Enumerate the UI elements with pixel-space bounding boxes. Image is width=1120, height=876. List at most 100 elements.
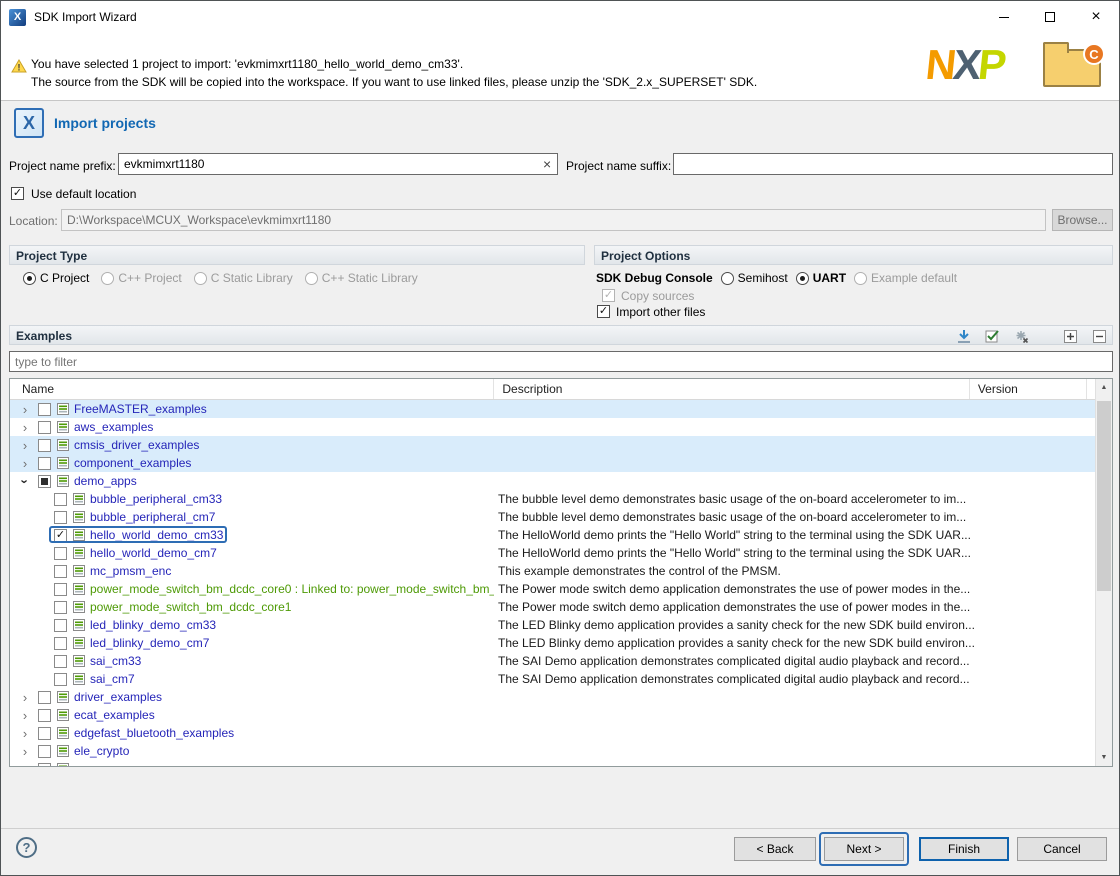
row-checkbox[interactable] (38, 727, 51, 740)
tree-row-cmsis_driver_examples[interactable]: ›cmsis_driver_examples (10, 436, 1095, 454)
scrollbar-thumb[interactable] (1097, 401, 1111, 591)
tree-row-led_blinky_demo_cm33[interactable]: led_blinky_demo_cm33The LED Blinky demo … (10, 616, 1095, 634)
tree-row-bubble_peripheral_cm33[interactable]: bubble_peripheral_cm33The bubble level d… (10, 490, 1095, 508)
tree-row-sai_cm7[interactable]: sai_cm7The SAI Demo application demonstr… (10, 670, 1095, 688)
filter-input[interactable] (9, 351, 1113, 372)
tree-row-component_examples[interactable]: ›component_examples (10, 454, 1095, 472)
maximize-button[interactable] (1027, 1, 1073, 33)
project-type-options: C Project C++ Project C Static Library C… (23, 271, 418, 285)
example-name: sai_cm7 (90, 672, 135, 686)
download-sdk-icon[interactable] (955, 328, 972, 344)
row-checkbox[interactable] (38, 421, 51, 434)
column-header-description[interactable]: Description (494, 379, 969, 399)
chevron-right-icon[interactable]: › (18, 727, 32, 740)
tree-row-demo_apps[interactable]: ›demo_apps (10, 472, 1095, 490)
select-all-icon[interactable] (984, 328, 1001, 344)
chevron-right-icon[interactable]: › (18, 709, 32, 722)
example-description: The HelloWorld demo prints the "Hello Wo… (498, 546, 1091, 560)
row-checkbox[interactable] (54, 673, 67, 686)
close-button[interactable]: × (1073, 1, 1119, 33)
column-header-version[interactable]: Version (970, 379, 1087, 399)
expand-all-icon[interactable] (1062, 328, 1079, 344)
row-checkbox[interactable] (38, 403, 51, 416)
row-checkbox[interactable] (54, 565, 67, 578)
chevron-down-icon[interactable]: › (19, 474, 32, 488)
example-name: power_mode_switch_bm_dcdc_core1 (90, 600, 291, 614)
chevron-right-icon[interactable]: › (18, 421, 32, 434)
row-checkbox[interactable]: ✓ (54, 529, 67, 542)
suffix-input[interactable] (673, 153, 1113, 175)
tree-row-ele_crypto[interactable]: ›ele_crypto (10, 742, 1095, 760)
example-description: The LED Blinky demo application provides… (498, 618, 1091, 632)
chevron-right-icon[interactable]: › (18, 691, 32, 704)
chevron-right-icon[interactable]: › (18, 763, 32, 767)
tree-row-hello_world_demo_cm7[interactable]: hello_world_demo_cm7The HelloWorld demo … (10, 544, 1095, 562)
chevron-right-icon[interactable]: › (18, 457, 32, 470)
row-checkbox[interactable] (54, 637, 67, 650)
scroll-up-icon[interactable]: ▲ (1096, 379, 1112, 396)
row-checkbox[interactable] (38, 709, 51, 722)
prefix-input[interactable] (118, 153, 558, 175)
example-stack-icon (57, 691, 69, 703)
example-stack-icon (57, 475, 69, 487)
tree-row-ecat_examples[interactable]: › ecat_examples (10, 706, 1095, 724)
example-name: ecat_examples (74, 708, 155, 722)
row-checkbox[interactable] (38, 691, 51, 704)
example-stack-icon (73, 493, 85, 505)
minimize-button[interactable] (981, 1, 1027, 33)
examples-tree-body: ›FreeMASTER_examples›aws_examples›cmsis_… (10, 400, 1095, 766)
chevron-right-icon[interactable]: › (18, 439, 32, 452)
row-checkbox[interactable] (54, 601, 67, 614)
tree-row-sai_cm33[interactable]: sai_cm33The SAI Demo application demonst… (10, 652, 1095, 670)
example-stack-icon (57, 403, 69, 415)
tree-row-hello_world_demo_cm33[interactable]: ✓hello_world_demo_cm33The HelloWorld dem… (10, 526, 1095, 544)
row-checkbox[interactable] (54, 655, 67, 668)
clear-prefix-icon[interactable]: × (543, 156, 551, 172)
row-checkbox[interactable] (54, 493, 67, 506)
row-checkbox[interactable] (54, 547, 67, 560)
tree-row-led_blinky_demo_cm7[interactable]: led_blinky_demo_cm7The LED Blinky demo a… (10, 634, 1095, 652)
column-header-name[interactable]: Name (10, 379, 494, 399)
use-default-location-checkbox[interactable] (11, 187, 24, 200)
tree-row[interactable]: › (10, 760, 1095, 766)
import-other-files-label: Import other files (616, 305, 705, 319)
tree-row-aws_examples[interactable]: ›aws_examples (10, 418, 1095, 436)
tree-row-bubble_peripheral_cm7[interactable]: bubble_peripheral_cm7The bubble level de… (10, 508, 1095, 526)
collapse-all-icon[interactable] (1091, 328, 1108, 344)
back-button[interactable]: < Back (734, 837, 816, 861)
example-name: sai_cm33 (90, 654, 141, 668)
radio-semihost[interactable]: Semihost (721, 271, 788, 285)
row-checkbox[interactable] (38, 745, 51, 758)
row-checkbox[interactable] (54, 583, 67, 596)
row-checkbox[interactable] (54, 511, 67, 524)
scroll-down-icon[interactable]: ▼ (1096, 749, 1112, 766)
radio-c-project[interactable]: C Project (23, 271, 89, 285)
row-checkbox[interactable] (38, 439, 51, 452)
row-checkbox[interactable] (54, 619, 67, 632)
example-stack-icon (73, 637, 85, 649)
tree-row-power_mode_switch_bm_dcdc_core0[interactable]: power_mode_switch_bm_dcdc_core0 : Linked… (10, 580, 1095, 598)
example-name: edgefast_bluetooth_examples (74, 726, 234, 740)
deselect-all-icon[interactable] (1013, 328, 1030, 344)
chevron-right-icon[interactable]: › (18, 403, 32, 416)
vertical-scrollbar[interactable]: ▲ ▼ (1095, 379, 1112, 766)
example-stack-icon (73, 601, 85, 613)
example-name: led_blinky_demo_cm7 (90, 636, 209, 650)
next-button[interactable]: Next > (824, 837, 904, 861)
tree-row-FreeMASTER_examples[interactable]: ›FreeMASTER_examples (10, 400, 1095, 418)
row-checkbox[interactable] (38, 763, 51, 767)
import-other-files-checkbox[interactable] (597, 305, 610, 318)
tree-row-edgefast_bluetooth_examples[interactable]: › edgefast_bluetooth_examples (10, 724, 1095, 742)
row-checkbox[interactable] (38, 475, 51, 488)
finish-button[interactable]: Finish (919, 837, 1009, 861)
copy-sources-label: Copy sources (621, 289, 694, 303)
cancel-button[interactable]: Cancel (1017, 837, 1107, 861)
tree-row-mc_pmsm_enc[interactable]: mc_pmsm_encThis example demonstrates the… (10, 562, 1095, 580)
help-button[interactable]: ? (16, 837, 37, 858)
tree-row-power_mode_switch_bm_dcdc_core1[interactable]: power_mode_switch_bm_dcdc_core1The Power… (10, 598, 1095, 616)
chevron-right-icon[interactable]: › (18, 745, 32, 758)
radio-uart[interactable]: UART (796, 271, 846, 285)
tree-row-driver_examples[interactable]: ›driver_examples (10, 688, 1095, 706)
column-header-filler (1087, 379, 1095, 399)
row-checkbox[interactable] (38, 457, 51, 470)
